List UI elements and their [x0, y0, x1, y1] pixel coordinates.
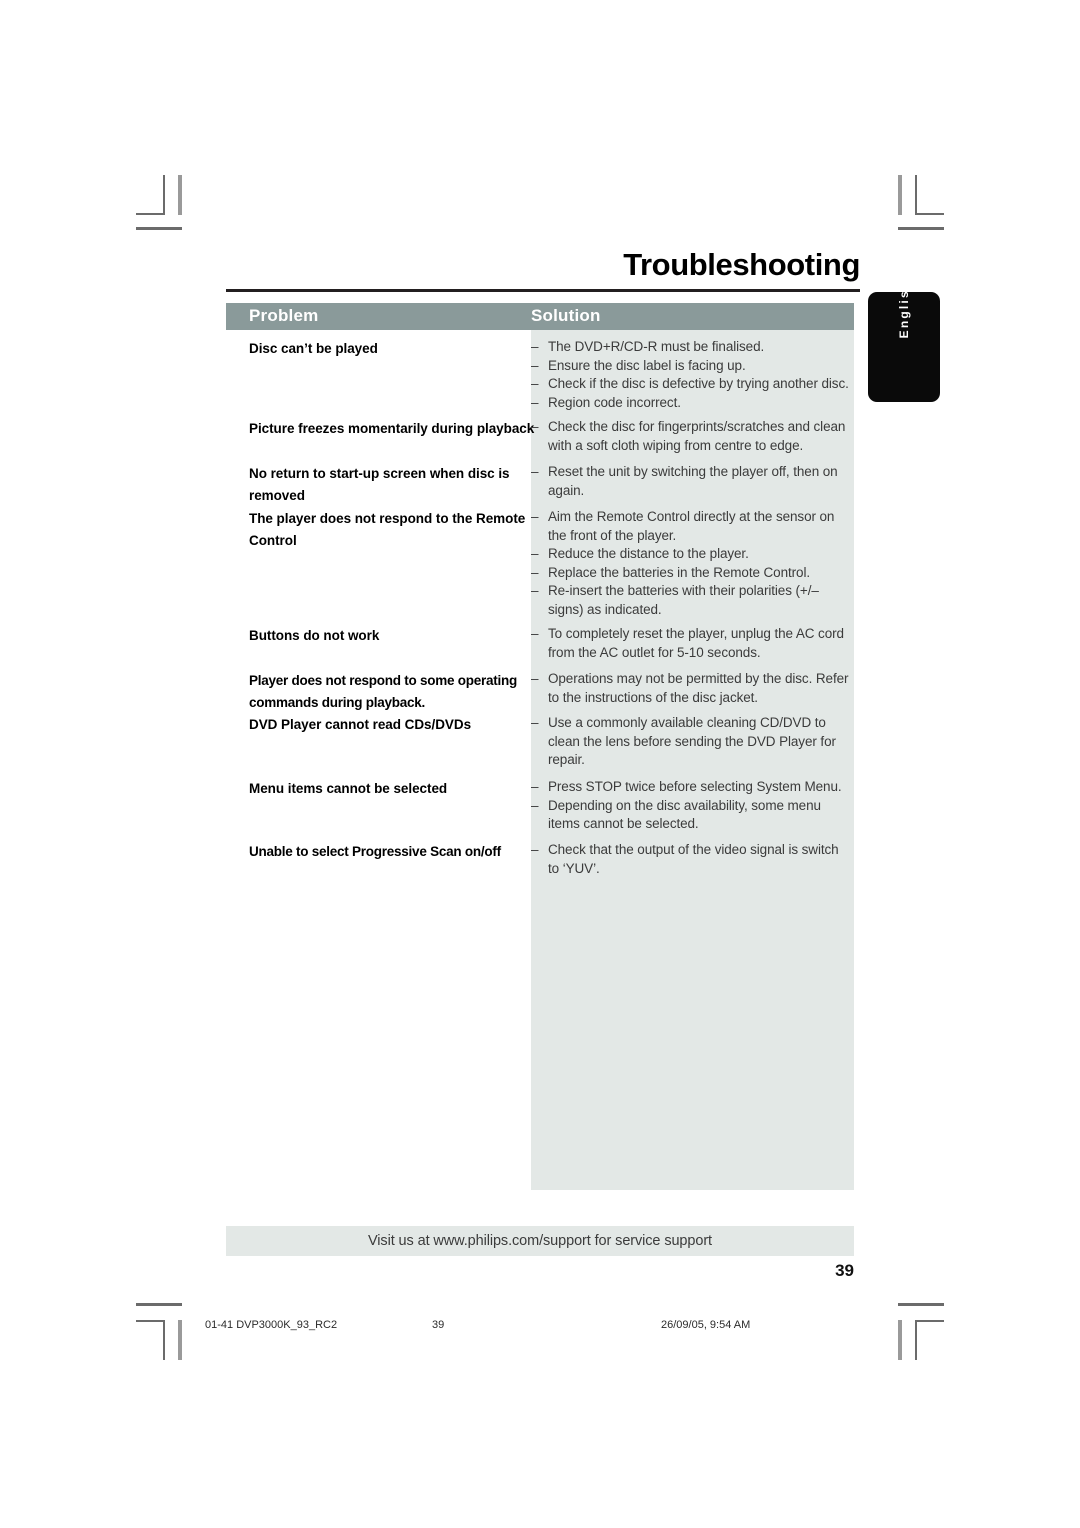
crop-mark-bottom-left-vertical [163, 1320, 165, 1360]
problem-label: Player does not respond to some operatin… [249, 673, 518, 710]
dash-icon: – [531, 564, 539, 580]
problem-label: Picture freezes momentarily during playb… [249, 421, 535, 436]
solution-item: – Check that the output of the video sign… [531, 841, 851, 878]
solution-list: – Press STOP twice before selecting Syste… [531, 778, 851, 834]
print-footer-page: 39 [432, 1319, 445, 1331]
solution-text: Check the disc for fingerprints/scratche… [548, 419, 846, 453]
support-banner: Visit us at www.philips.com/support for … [226, 1226, 854, 1256]
dash-icon: – [531, 583, 539, 599]
problem-label: No return to start-up screen when disc i… [249, 466, 510, 503]
solution-list: – Operations may not be permitted by the … [531, 670, 851, 707]
solution-item: – Region code incorrect. [531, 394, 851, 413]
problem-label: Buttons do not work [249, 628, 380, 643]
solution-text: Replace the batteries in the Remote Cont… [548, 564, 810, 580]
solution-item: – Reduce the distance to the player. [531, 545, 851, 564]
solution-text: Use a commonly available cleaning CD/DVD… [548, 715, 836, 768]
problem-label: Unable to select Progressive Scan on/off [249, 844, 501, 859]
solution-item: – Re-insert the batteries with their pola… [531, 582, 851, 619]
crop-mark-top-right-vertical [915, 175, 917, 215]
solution-item: – To completely reset the player, unplug … [531, 625, 851, 662]
dash-icon: – [531, 464, 539, 479]
solution-text: Re-insert the batteries with their polar… [548, 583, 819, 617]
solution-text: Depending on the disc availability, some… [548, 797, 821, 832]
dash-icon: – [531, 715, 539, 730]
solution-text: To completely reset the player, unplug t… [548, 626, 844, 660]
solution-list: – Aim the Remote Control directly at the … [531, 508, 851, 620]
crop-mark-bottom-left-rule [136, 1303, 182, 1306]
language-tab-english: English [868, 280, 940, 402]
solution-item: – Check the disc for fingerprints/scratch… [531, 418, 851, 455]
problem-label: The player does not respond to the Remot… [249, 511, 526, 548]
crop-mark-top-left-rule [136, 227, 182, 230]
crop-mark-bottom-right-horizontal [915, 1320, 944, 1322]
dash-icon: – [531, 339, 539, 354]
solution-item: – Ensure the disc label is facing up. [531, 357, 851, 376]
crop-mark-top-right-rule [898, 227, 944, 230]
problem-label: Menu items cannot be selected [249, 781, 448, 796]
title-divider [226, 289, 860, 292]
solution-item: – Operations may not be permitted by the … [531, 670, 851, 707]
crop-mark-top-right-bar [898, 175, 902, 215]
solution-list: – Use a commonly available cleaning CD/DV… [531, 714, 851, 770]
solution-text: Operations may not be permitted by the d… [548, 671, 849, 705]
solution-item: – Aim the Remote Control directly at the … [531, 508, 851, 545]
solution-item: – The DVD+R/CD-R must be finalised. [531, 338, 851, 357]
solution-text: Aim the Remote Control directly at the s… [548, 509, 835, 543]
crop-mark-top-left-vertical [163, 175, 165, 215]
solution-text: The DVD+R/CD-R must be finalised. [548, 339, 765, 354]
solution-text: Region code incorrect. [548, 394, 681, 410]
solution-item: – Depending on the disc availability, som… [531, 797, 851, 834]
table-header-row: Problem Solution [226, 303, 854, 330]
solution-list: – Reset the unit by switching the player … [531, 463, 851, 500]
problem-label: DVD Player cannot read CDs/DVDs [249, 717, 472, 732]
page-number: 39 [835, 1261, 854, 1280]
solution-text: Check that the output of the video signa… [548, 842, 839, 876]
crop-mark-bottom-right-rule [898, 1303, 944, 1306]
crop-mark-top-left-bar [178, 175, 182, 215]
dash-icon: – [531, 509, 539, 524]
solution-text: Ensure the disc label is facing up. [548, 357, 746, 373]
solution-item: – Reset the unit by switching the player … [531, 463, 851, 500]
dash-icon: – [531, 419, 539, 434]
crop-mark-bottom-right-vertical [915, 1320, 917, 1360]
dash-icon: – [531, 376, 539, 392]
crop-mark-bottom-right-bar [898, 1320, 902, 1360]
column-header-solution: Solution [531, 306, 601, 325]
solution-text: Press STOP twice before selecting System… [548, 779, 842, 794]
dash-icon: – [531, 394, 539, 410]
print-footer-timestamp: 26/09/05, 9:54 AM [661, 1319, 751, 1331]
crop-mark-top-right-horizontal [915, 213, 944, 215]
page-title: Troubleshooting [623, 247, 860, 282]
solution-item: – Press STOP twice before selecting Syste… [531, 778, 851, 797]
dash-icon: – [531, 779, 539, 794]
dash-icon: – [531, 357, 539, 373]
solution-list: – Check that the output of the video sign… [531, 841, 851, 878]
dash-icon: – [531, 797, 539, 813]
solution-text: Reduce the distance to the player. [548, 546, 749, 562]
crop-mark-bottom-left-horizontal [136, 1320, 165, 1322]
dash-icon: – [531, 626, 539, 641]
solution-item: – Check if the disc is defective by tryin… [531, 375, 851, 394]
solution-text: Check if the disc is defective by trying… [548, 376, 849, 392]
solution-item: – Replace the batteries in the Remote Con… [531, 564, 851, 583]
column-header-problem: Problem [249, 306, 319, 325]
solution-list: – To completely reset the player, unplug … [531, 625, 851, 662]
dash-icon: – [531, 842, 539, 857]
solution-list: – Check the disc for fingerprints/scratch… [531, 418, 851, 455]
solution-text: Reset the unit by switching the player o… [548, 464, 838, 498]
problem-label: Disc can’t be played [249, 341, 378, 356]
solution-list: – The DVD+R/CD-R must be finalised. – Ensu… [531, 338, 851, 412]
dash-icon: – [531, 546, 539, 562]
crop-mark-bottom-left-bar [178, 1320, 182, 1360]
print-footer-filename: 01-41 DVP3000K_93_RC2 [205, 1319, 338, 1331]
dash-icon: – [531, 671, 539, 686]
crop-mark-top-left-horizontal [136, 213, 165, 215]
solution-item: – Use a commonly available cleaning CD/DV… [531, 714, 851, 770]
language-tab-label: English [897, 279, 911, 339]
